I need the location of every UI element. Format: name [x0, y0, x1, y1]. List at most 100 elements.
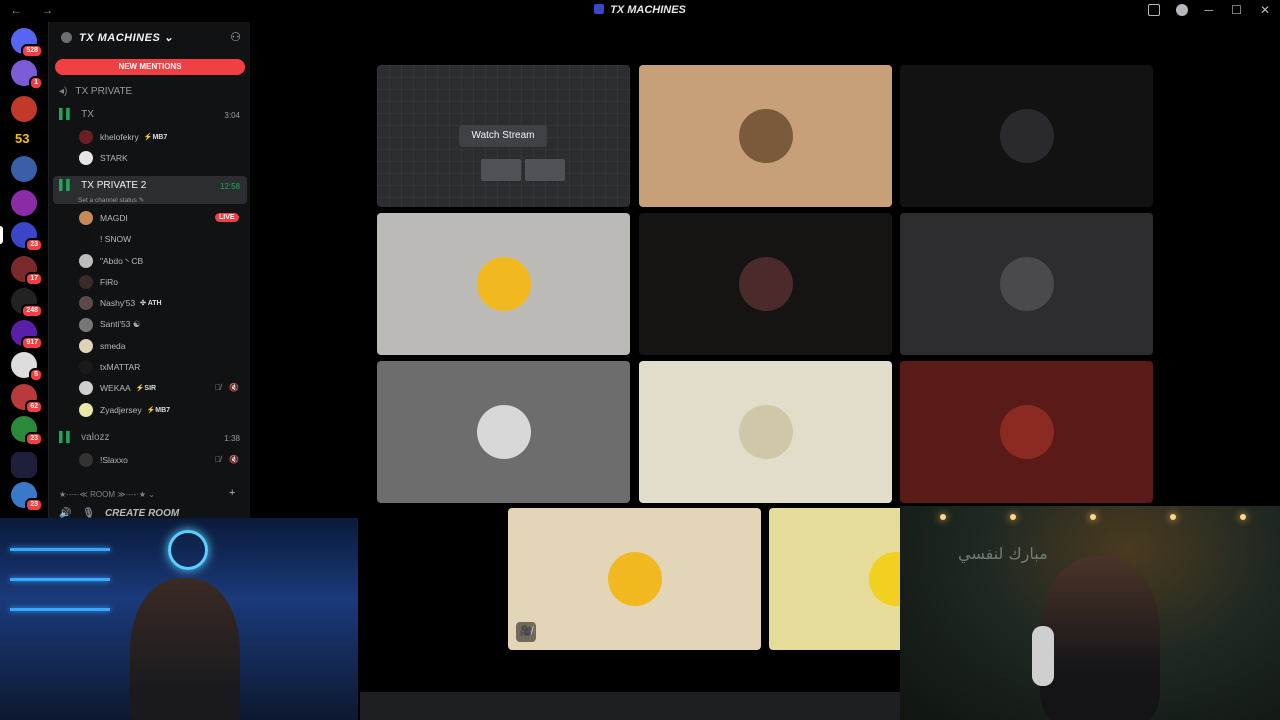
close-button[interactable]: ✕: [1260, 3, 1270, 17]
server-53[interactable]: 53: [11, 126, 37, 152]
channel-valozz-time: 1:38: [224, 434, 240, 443]
channel-status-input[interactable]: Set a channel status ✎: [78, 196, 144, 204]
string-light: [1170, 514, 1176, 520]
user-name: smeda: [100, 340, 126, 351]
tile-stark[interactable]: [377, 213, 630, 355]
add-member-icon[interactable]: ⚇: [230, 30, 241, 44]
muted-icons: 🎙̸ 🔇: [215, 455, 243, 464]
tile-wekaa[interactable]: 🎥̸: [508, 508, 761, 650]
user-name: Zyadjersey: [100, 404, 142, 415]
participant-avatar: [608, 552, 662, 606]
muted-icons: 🎙̸ 🔇: [215, 383, 243, 392]
participant-avatar: [739, 109, 793, 163]
new-mentions-button[interactable]: NEW MENTIONS: [55, 59, 245, 75]
voice-user[interactable]: smeda: [79, 338, 126, 354]
string-light: [1010, 514, 1016, 520]
tile-snow[interactable]: [900, 65, 1153, 207]
mention-badge: 248: [21, 304, 43, 318]
mention-badge: 917: [21, 336, 43, 350]
tile-smeda[interactable]: [639, 361, 892, 503]
window-title-text: TX MACHINES: [610, 4, 686, 16]
led-shelf: [10, 578, 110, 581]
voice-user[interactable]: ! SNOW: [79, 231, 131, 247]
channel-tx[interactable]: ▌▌ TX: [59, 109, 94, 120]
avatar: [79, 317, 93, 332]
guild-name[interactable]: TX MACHINES ⌄: [79, 31, 174, 44]
window-controls: ─ ☐ ✕: [1205, 3, 1270, 17]
user-name: !Slaxxo: [100, 455, 128, 465]
tile-abdo[interactable]: [900, 213, 1153, 355]
server-purple[interactable]: 917: [11, 320, 43, 350]
watch-stream-button[interactable]: Watch Stream: [459, 125, 547, 147]
selected-server-indicator: [0, 226, 3, 244]
user-name: Santi'53 ☯: [100, 319, 141, 329]
guild-header[interactable]: TX MACHINES ⌄ ⚇: [49, 22, 251, 54]
server-red[interactable]: 17: [11, 256, 43, 286]
user-name: STARK: [100, 153, 128, 163]
minimize-button[interactable]: ─: [1205, 3, 1214, 17]
mention-badge: 1: [29, 76, 43, 90]
inbox-icon[interactable]: [1148, 4, 1160, 16]
avatar: [79, 381, 93, 396]
voice-user[interactable]: Santi'53 ☯: [79, 317, 140, 333]
streamer-left: [130, 578, 240, 720]
avatar: [79, 211, 93, 225]
room-category[interactable]: ★·-·-·≪ ROOM ≫·-·-·★ ⌄: [59, 490, 155, 499]
avatar: [79, 130, 93, 144]
tile-santi[interactable]: [377, 361, 630, 503]
participant-avatar: [739, 257, 793, 311]
discord-home[interactable]: 528: [11, 28, 43, 58]
server-green[interactable]: 23: [11, 416, 43, 446]
channel-tx-private[interactable]: ◂) TX PRIVATE: [59, 86, 132, 97]
server-gang[interactable]: [11, 156, 37, 182]
mention-badge: 528: [21, 44, 43, 58]
live-badge: LIVE: [215, 213, 239, 222]
voice-user[interactable]: FiRo: [79, 274, 118, 290]
voice-user[interactable]: MAGDI: [79, 210, 128, 226]
maximize-button[interactable]: ☐: [1231, 3, 1242, 17]
create-channel-button[interactable]: +: [229, 487, 235, 499]
webcam-right: مبارك لنفسي: [900, 506, 1280, 720]
mention-badge: 17: [25, 272, 43, 286]
voice-user[interactable]: Zyadjersey ⚡MB7: [79, 402, 170, 418]
chevron-down-icon: ⌄: [163, 32, 174, 44]
voice-user[interactable]: txMATTAR: [79, 359, 140, 375]
guild-gear-icon: [61, 32, 72, 43]
microphone: [1032, 626, 1054, 686]
server-neon[interactable]: [11, 190, 37, 216]
tile-red[interactable]: [900, 361, 1153, 503]
channel-valozz[interactable]: ▌▌ valozz: [59, 432, 110, 443]
server-avatar[interactable]: 1: [11, 60, 43, 90]
voice-user[interactable]: STARK: [79, 150, 128, 166]
channel-tx-private-2[interactable]: ▌▌ TX PRIVATE 2: [59, 180, 146, 191]
user-name: FiRo: [100, 276, 118, 287]
participant-avatar: [739, 405, 793, 459]
avatar: [79, 453, 93, 467]
participant-avatar: [1000, 405, 1054, 459]
help-icon[interactable]: [1176, 4, 1188, 16]
voice-user[interactable]: !Slaxxo: [79, 452, 128, 468]
tile-stream[interactable]: Watch Stream: [377, 65, 630, 207]
channel-tx-private-2-time: 12:58: [219, 182, 240, 191]
server-folder[interactable]: [11, 452, 37, 478]
voice-user[interactable]: khelofekry ⚡MB7: [79, 129, 167, 145]
server-blue[interactable]: 23: [11, 482, 43, 512]
voice-active-icon: ▌▌: [59, 432, 74, 443]
server-tx[interactable]: 23: [11, 222, 43, 252]
avatar: [79, 253, 93, 268]
server-c[interactable]: 5: [11, 352, 43, 382]
avatar: [79, 151, 93, 165]
title-bar: ← → TX MACHINES ─ ☐ ✕: [0, 0, 1280, 22]
user-name: WEKAA: [100, 383, 131, 394]
server-at[interactable]: 248: [11, 288, 43, 318]
server-anime[interactable]: 62: [11, 384, 43, 414]
voice-user[interactable]: WEKAA ⚡SIR: [79, 380, 156, 396]
mention-badge: 23: [25, 432, 43, 446]
string-light: [1240, 514, 1246, 520]
tile-khelofekry[interactable]: [639, 65, 892, 207]
voice-user[interactable]: "Abdo丶CB: [79, 253, 143, 269]
avatar: [79, 360, 93, 375]
tile-firo[interactable]: [639, 213, 892, 355]
server-arc[interactable]: [11, 96, 37, 122]
voice-user[interactable]: Nashy'53 ✣ ATH: [79, 295, 162, 311]
